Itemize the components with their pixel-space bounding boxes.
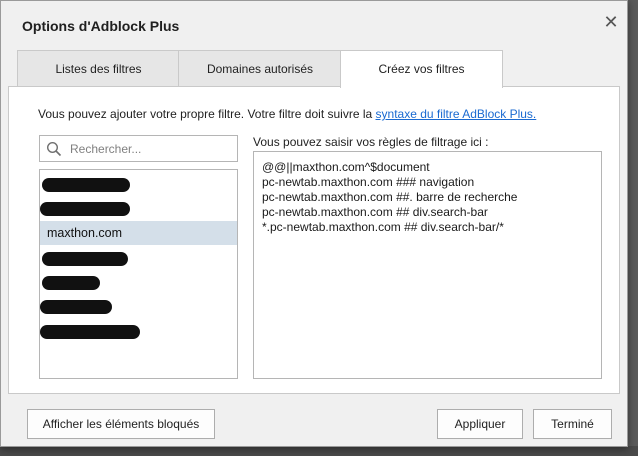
search-icon bbox=[46, 141, 62, 157]
intro-message: Vous pouvez ajouter votre propre filtre.… bbox=[38, 107, 376, 121]
done-button[interactable]: Terminé bbox=[533, 409, 612, 439]
tab-filter-lists[interactable]: Listes des filtres bbox=[17, 50, 180, 87]
redacted-mark bbox=[40, 202, 130, 216]
close-icon[interactable]: ✕ bbox=[600, 11, 622, 33]
search-input[interactable] bbox=[68, 138, 234, 159]
rule-line: pc-newtab.maxthon.com ## div.search-bar bbox=[262, 205, 488, 219]
redacted-mark bbox=[40, 300, 112, 314]
list-item-redacted[interactable] bbox=[40, 270, 237, 294]
list-item-selected[interactable]: maxthon.com bbox=[40, 221, 237, 245]
rule-line: pc-newtab.maxthon.com ### navigation bbox=[262, 175, 475, 189]
redacted-mark bbox=[42, 178, 130, 192]
redacted-mark bbox=[40, 325, 140, 339]
background-strip bbox=[0, 446, 638, 456]
list-item-redacted[interactable] bbox=[40, 294, 237, 318]
background-strip bbox=[627, 0, 638, 456]
list-item-redacted[interactable] bbox=[40, 196, 237, 220]
dialog-title: Options d'Adblock Plus bbox=[22, 18, 180, 34]
list-item-redacted[interactable] bbox=[40, 172, 237, 196]
show-blocked-button[interactable]: Afficher les éléments bloqués bbox=[27, 409, 215, 439]
rules-textarea[interactable]: @@||maxthon.com^$document pc-newtab.maxt… bbox=[253, 151, 602, 379]
rules-label: Vous pouvez saisir vos règles de filtrag… bbox=[253, 135, 489, 149]
tab-allowed-domains[interactable]: Domaines autorisés bbox=[178, 50, 342, 87]
list-item-redacted[interactable] bbox=[40, 319, 237, 343]
rule-line: pc-newtab.maxthon.com ##. barre de reche… bbox=[262, 190, 518, 204]
list-item-redacted[interactable] bbox=[40, 246, 237, 270]
tab-custom-filters[interactable]: Créez vos filtres bbox=[340, 50, 503, 88]
domain-list[interactable]: maxthon.com bbox=[39, 169, 238, 379]
redacted-mark bbox=[42, 252, 128, 266]
list-item-label: maxthon.com bbox=[47, 226, 123, 240]
apply-button[interactable]: Appliquer bbox=[437, 409, 523, 439]
options-dialog: Options d'Adblock Plus ✕ Listes des filt… bbox=[0, 0, 628, 447]
redacted-mark bbox=[42, 276, 100, 290]
rule-line: @@||maxthon.com^$document bbox=[262, 160, 430, 174]
search-box[interactable] bbox=[39, 135, 238, 162]
intro-text: Vous pouvez ajouter votre propre filtre.… bbox=[38, 107, 536, 121]
custom-filters-panel: Vous pouvez ajouter votre propre filtre.… bbox=[8, 86, 620, 394]
filter-syntax-link[interactable]: syntaxe du filtre AdBlock Plus. bbox=[376, 107, 537, 121]
rule-line: *.pc-newtab.maxthon.com ## div.search-ba… bbox=[262, 220, 504, 234]
